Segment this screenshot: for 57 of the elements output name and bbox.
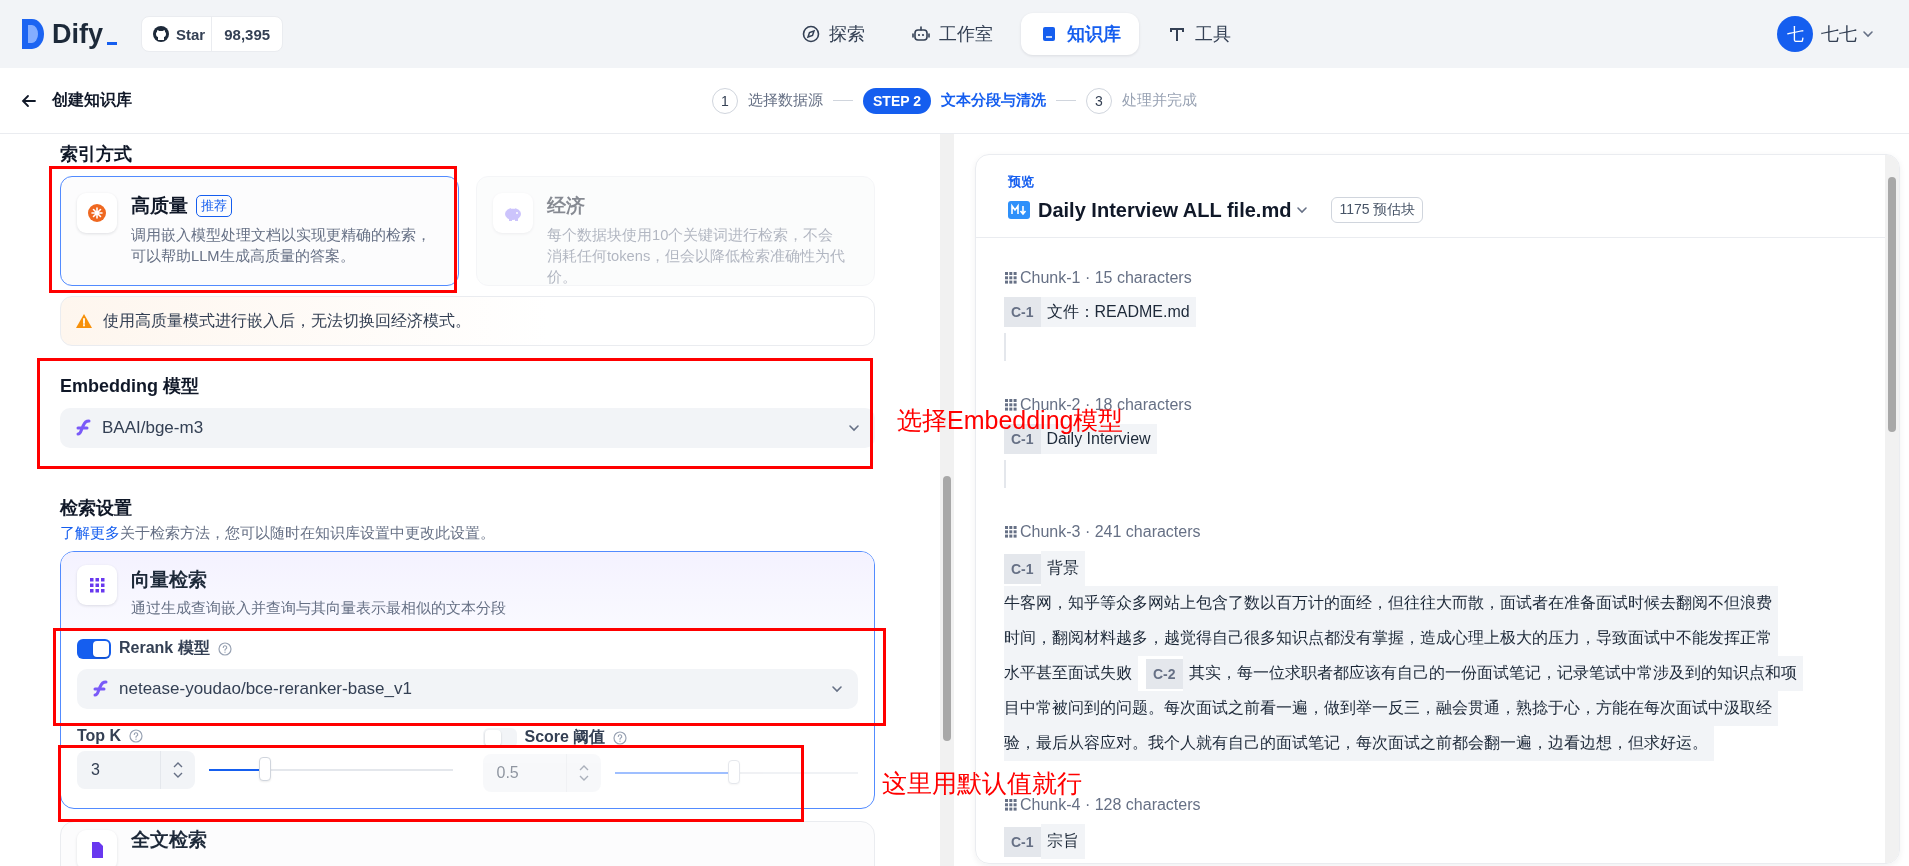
nav-tab[interactable]: 工具 <box>1149 13 1250 55</box>
segment-text: 文件：README.md <box>1040 297 1196 327</box>
retrieval-method-card[interactable]: 全文检索 <box>60 821 875 866</box>
nav-tab[interactable]: 知识库 <box>1021 13 1140 55</box>
segment-tag: C-2 <box>1146 658 1183 689</box>
step-label: 选择数据源 <box>748 91 823 110</box>
chunk-header: Chunk-3 · 241 characters <box>1020 523 1201 541</box>
segment-tag: C-1 <box>1004 297 1041 327</box>
method-description: 通过生成查询嵌入并查询与其向量表示最相似的文本分段 <box>131 599 506 618</box>
method-title: 全文检索 <box>131 830 207 850</box>
top-k-label: Top K <box>77 727 122 745</box>
user-avatar[interactable]: 七 <box>1777 16 1813 52</box>
rerank-label: Rerank 模型 <box>119 638 210 658</box>
recommended-badge: 推荐 <box>196 195 232 217</box>
rerank-model-select[interactable]: netease-youdao/bce-reranker-base_v1 <box>77 669 858 709</box>
number-field[interactable]: 3 <box>77 751 195 789</box>
file-select[interactable]: Daily Interview ALL file.md <box>1038 198 1310 222</box>
github-star-button[interactable]: Star 98,395 <box>141 16 284 52</box>
segment-text: 背景 <box>1040 551 1085 586</box>
option-title: 高质量 <box>131 194 188 218</box>
nav-tab[interactable]: 工作室 <box>893 13 1012 55</box>
retrieval-method-card[interactable]: 向量检索 通过生成查询嵌入并查询与其向量表示最相似的文本分段 Rerank 模型 netease-youdao/bce-reranker-base_v1 Top K 3 Score 阈值 0.5 <box>60 551 875 809</box>
segment-text: 水平甚至面试失败 <box>1004 656 1138 691</box>
star-count: 98,395 <box>211 17 283 51</box>
chunk-header: Chunk-1 · 15 characters <box>1020 269 1192 287</box>
retrieval-description: 了解更多关于检索方法，您可以随时在知识库设置中更改此设置。 <box>60 524 496 543</box>
segment-tag: C-1 <box>1004 553 1041 584</box>
chunk-header: Chunk-4 · 128 characters <box>1020 796 1201 814</box>
segment-tag: C-1 <box>1004 826 1041 857</box>
segment-text: 其实，每一位求职者都应该有自己的一份面试笔记，记录笔试中常涉及到的知识点和项 <box>1182 656 1803 691</box>
nav-tab[interactable]: 探索 <box>783 13 884 55</box>
segment-text: 宗旨 <box>1040 824 1085 859</box>
section-title: Embedding 模型 <box>60 375 200 398</box>
segment-text: 验，最后从容应对。我个人就有自己的面试笔记，每次面试之前都会翻一遍，边看边想，但求好运。 <box>1004 726 1714 761</box>
segment-text: 目中常被问到的问题。每次面试之前看一遍，做到举一反三，融会贯通，熟捻于心，方能在每次面试中汲取经 <box>1004 691 1778 726</box>
segment-text: 时间，翻阅材料越多，越觉得自己很多知识点都没有掌握，造成心理上极大的压力，导致面试中不能发挥正常 <box>1004 621 1778 656</box>
section-title: 检索设置 <box>60 497 133 520</box>
step-label: 处理并完成 <box>1122 91 1197 110</box>
segment-text: 牛客网，知乎等众多网站上包含了数以百万计的面经，但往往大而散，面试者在准备面试时候去翻阅不但浪费 <box>1004 586 1778 621</box>
score-label: Score 阈值 <box>524 727 606 747</box>
option-description: 每个数据块使用10个关键词进行检索，不会消耗任何tokens，但会以降低检索准确性为代价。 <box>547 226 847 287</box>
step-label: 文本分段与清洗 <box>941 91 1046 110</box>
embedding-model-select[interactable]: BAAI/bge-m3 <box>60 408 875 448</box>
warning-text: 使用高质量模式进行嵌入后，无法切换回经济模式。 <box>103 310 471 331</box>
option-title: 经济 <box>547 194 585 218</box>
section-title: 索引方式 <box>60 143 133 166</box>
preview-label: 预览 <box>1008 173 1035 191</box>
page-title: 创建知识库 <box>52 90 132 110</box>
index-option-card[interactable]: 高质量 推荐 调用嵌入模型处理文档以实现更精确的检索，可以帮助LLM生成高质量的答案。 <box>60 176 459 286</box>
user-menu[interactable]: 七七 <box>1821 22 1875 46</box>
logo-text: Dify <box>52 18 117 50</box>
learn-more-link[interactable]: 了解更多 <box>60 524 120 541</box>
step-number: STEP 2 <box>863 87 931 114</box>
method-title: 向量检索 <box>131 568 208 592</box>
estimate-badge: 1175 预估块 <box>1331 197 1424 223</box>
annotation-text: 这里用默认值就行 <box>882 771 1082 796</box>
option-description: 调用嵌入模型处理文档以实现更精确的检索，可以帮助LLM生成高质量的答案。 <box>131 226 431 266</box>
